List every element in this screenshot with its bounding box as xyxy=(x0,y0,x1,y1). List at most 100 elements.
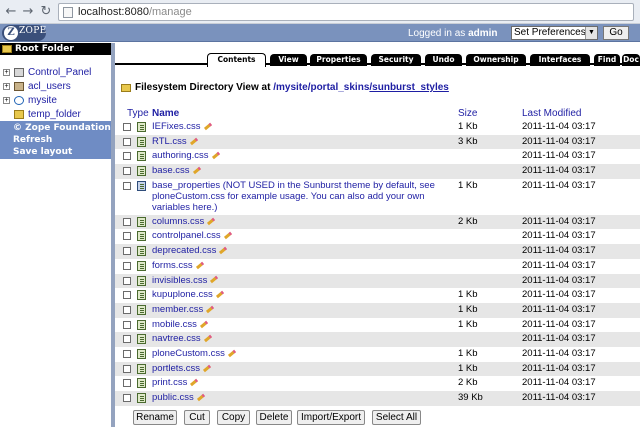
row-checkbox[interactable] xyxy=(123,152,131,161)
file-modified: 2011-11-04 03:17 xyxy=(522,289,596,301)
file-name-link[interactable]: public.css xyxy=(152,392,205,404)
select-all-button[interactable]: Select All xyxy=(372,410,421,425)
tab-undo[interactable]: Undo xyxy=(425,54,462,66)
delete-button[interactable]: Delete xyxy=(256,410,292,425)
file-modified: 2011-11-04 03:17 xyxy=(522,377,596,389)
file-modified: 2011-11-04 03:17 xyxy=(522,179,596,191)
tab-interfaces[interactable]: Interfaces xyxy=(530,54,590,66)
reload-icon[interactable]: ↻ xyxy=(37,3,55,21)
copy-button[interactable]: Copy xyxy=(217,410,250,425)
file-name-link[interactable]: invisibles.css xyxy=(152,275,219,287)
back-arrow-icon[interactable]: ← xyxy=(2,3,20,21)
tree-links-panel: © Zope Foundation Refresh Save layout xyxy=(0,121,111,159)
file-modified: 2011-11-04 03:17 xyxy=(522,121,596,132)
file-name-link[interactable]: RTL.css xyxy=(152,136,198,148)
breadcrumb-segment-mysite[interactable]: /mysite xyxy=(273,82,307,93)
url-text: localhost:8080/manage xyxy=(78,6,192,18)
expand-icon[interactable]: + xyxy=(3,83,10,90)
file-name-link[interactable]: kupuplone.css xyxy=(152,289,224,301)
tab-ownership[interactable]: Ownership xyxy=(466,54,526,66)
file-name-link[interactable]: mobile.css xyxy=(152,319,208,331)
file-name-link[interactable]: portlets.css xyxy=(152,363,212,375)
tree-root-folder[interactable]: Root Folder xyxy=(0,43,111,55)
breadcrumb: Filesystem Directory View at /mysite/por… xyxy=(119,80,640,96)
tab-contents[interactable]: Contents xyxy=(207,53,266,67)
pencil-icon xyxy=(207,217,216,225)
file-name-link[interactable]: navtree.css xyxy=(152,333,212,345)
preferences-select[interactable]: Set Preferences ▼ xyxy=(511,26,598,40)
row-checkbox[interactable] xyxy=(123,247,131,256)
file-modified: 2011-11-04 03:17 xyxy=(522,165,596,177)
file-name-link[interactable]: base.css xyxy=(152,165,201,177)
row-checkbox[interactable] xyxy=(123,276,131,285)
refresh-link[interactable]: Refresh xyxy=(13,134,52,146)
row-checkbox[interactable] xyxy=(123,335,131,344)
file-name-link[interactable]: controlpanel.css xyxy=(152,230,232,242)
tab-view[interactable]: View xyxy=(270,54,307,66)
zope-logo[interactable]: Z ZOPE xyxy=(2,25,46,41)
row-checkbox[interactable] xyxy=(123,123,131,131)
breadcrumb-segment-portal-skins[interactable]: /portal_skins xyxy=(308,82,370,93)
row-checkbox[interactable] xyxy=(123,232,131,241)
rename-button[interactable]: Rename xyxy=(133,410,177,425)
row-checkbox[interactable] xyxy=(123,379,131,388)
column-header-size[interactable]: Size xyxy=(458,108,477,120)
pencil-icon xyxy=(199,320,208,328)
browser-toolbar: ← → ↻ localhost:8080/manage xyxy=(0,0,640,24)
file-size: 1 Kb xyxy=(458,121,478,132)
pencil-icon xyxy=(195,261,204,270)
file-name-link[interactable]: authoring.css xyxy=(152,150,220,162)
css-file-icon xyxy=(137,363,146,374)
row-checkbox[interactable] xyxy=(123,305,131,314)
file-name-link[interactable]: forms.css xyxy=(152,260,204,272)
expand-icon[interactable]: + xyxy=(3,97,10,104)
row-checkbox[interactable] xyxy=(123,167,131,176)
forward-arrow-icon[interactable]: → xyxy=(19,3,37,21)
table-row: authoring.css 2011-11-04 03:17 xyxy=(115,149,640,164)
expand-icon[interactable]: + xyxy=(3,69,10,76)
row-checkbox[interactable] xyxy=(123,364,131,373)
row-checkbox[interactable] xyxy=(123,261,131,270)
breadcrumb-segment-sunburst-styles[interactable]: /sunburst_styles xyxy=(369,82,448,93)
file-name-link[interactable]: print.css xyxy=(152,377,199,389)
file-modified: 2011-11-04 03:17 xyxy=(522,135,596,147)
row-checkbox[interactable] xyxy=(123,394,131,402)
css-file-icon xyxy=(137,393,146,403)
file-name-link[interactable]: IEFixes.css xyxy=(152,121,212,133)
row-checkbox[interactable] xyxy=(123,291,131,300)
column-header-type[interactable]: Type xyxy=(127,108,149,120)
css-file-icon xyxy=(137,348,146,359)
pencil-icon xyxy=(227,349,236,358)
tab-doc[interactable]: Doc xyxy=(622,54,640,66)
table-row: mobile.css 1 Kb 2011-11-04 03:17 xyxy=(115,318,640,333)
logged-in-text: Logged in as admin xyxy=(408,28,498,39)
cut-button[interactable]: Cut xyxy=(184,410,210,425)
save-layout-link[interactable]: Save layout xyxy=(13,146,72,158)
file-size: 1 Kb xyxy=(458,303,478,315)
zope-foundation-link[interactable]: © Zope Foundation xyxy=(13,122,111,134)
import-export-button[interactable]: Import/Export xyxy=(297,410,365,425)
address-bar[interactable]: localhost:8080/manage xyxy=(58,3,634,21)
file-name-link[interactable]: base_properties (NOT USED in the Sunburs… xyxy=(152,180,452,213)
tab-security[interactable]: Security xyxy=(371,54,421,66)
column-header-last-modified[interactable]: Last Modified xyxy=(522,108,581,120)
tab-properties[interactable]: Properties xyxy=(310,54,367,66)
folder-icon xyxy=(121,84,131,92)
row-checkbox[interactable] xyxy=(123,349,131,358)
tab-find[interactable]: Find xyxy=(594,54,620,66)
row-checkbox[interactable] xyxy=(123,217,131,226)
pencil-icon xyxy=(223,232,232,240)
row-checkbox[interactable] xyxy=(123,137,131,146)
column-header-name[interactable]: Name xyxy=(152,108,179,120)
file-size: 1 Kb xyxy=(458,318,478,330)
file-name-link[interactable]: ploneCustom.css xyxy=(152,348,236,360)
file-name-link[interactable]: columns.css xyxy=(152,216,216,228)
row-checkbox[interactable] xyxy=(123,320,131,329)
file-name-link[interactable]: member.css xyxy=(152,304,215,316)
go-button[interactable]: Go xyxy=(603,26,629,40)
file-name-link[interactable]: deprecated.css xyxy=(152,245,228,257)
table-row: invisibles.css 2011-11-04 03:17 xyxy=(115,273,640,289)
tab-bar: Contents View Properties Security Undo O… xyxy=(115,51,640,67)
page-icon xyxy=(63,7,73,18)
row-checkbox[interactable] xyxy=(123,181,131,190)
